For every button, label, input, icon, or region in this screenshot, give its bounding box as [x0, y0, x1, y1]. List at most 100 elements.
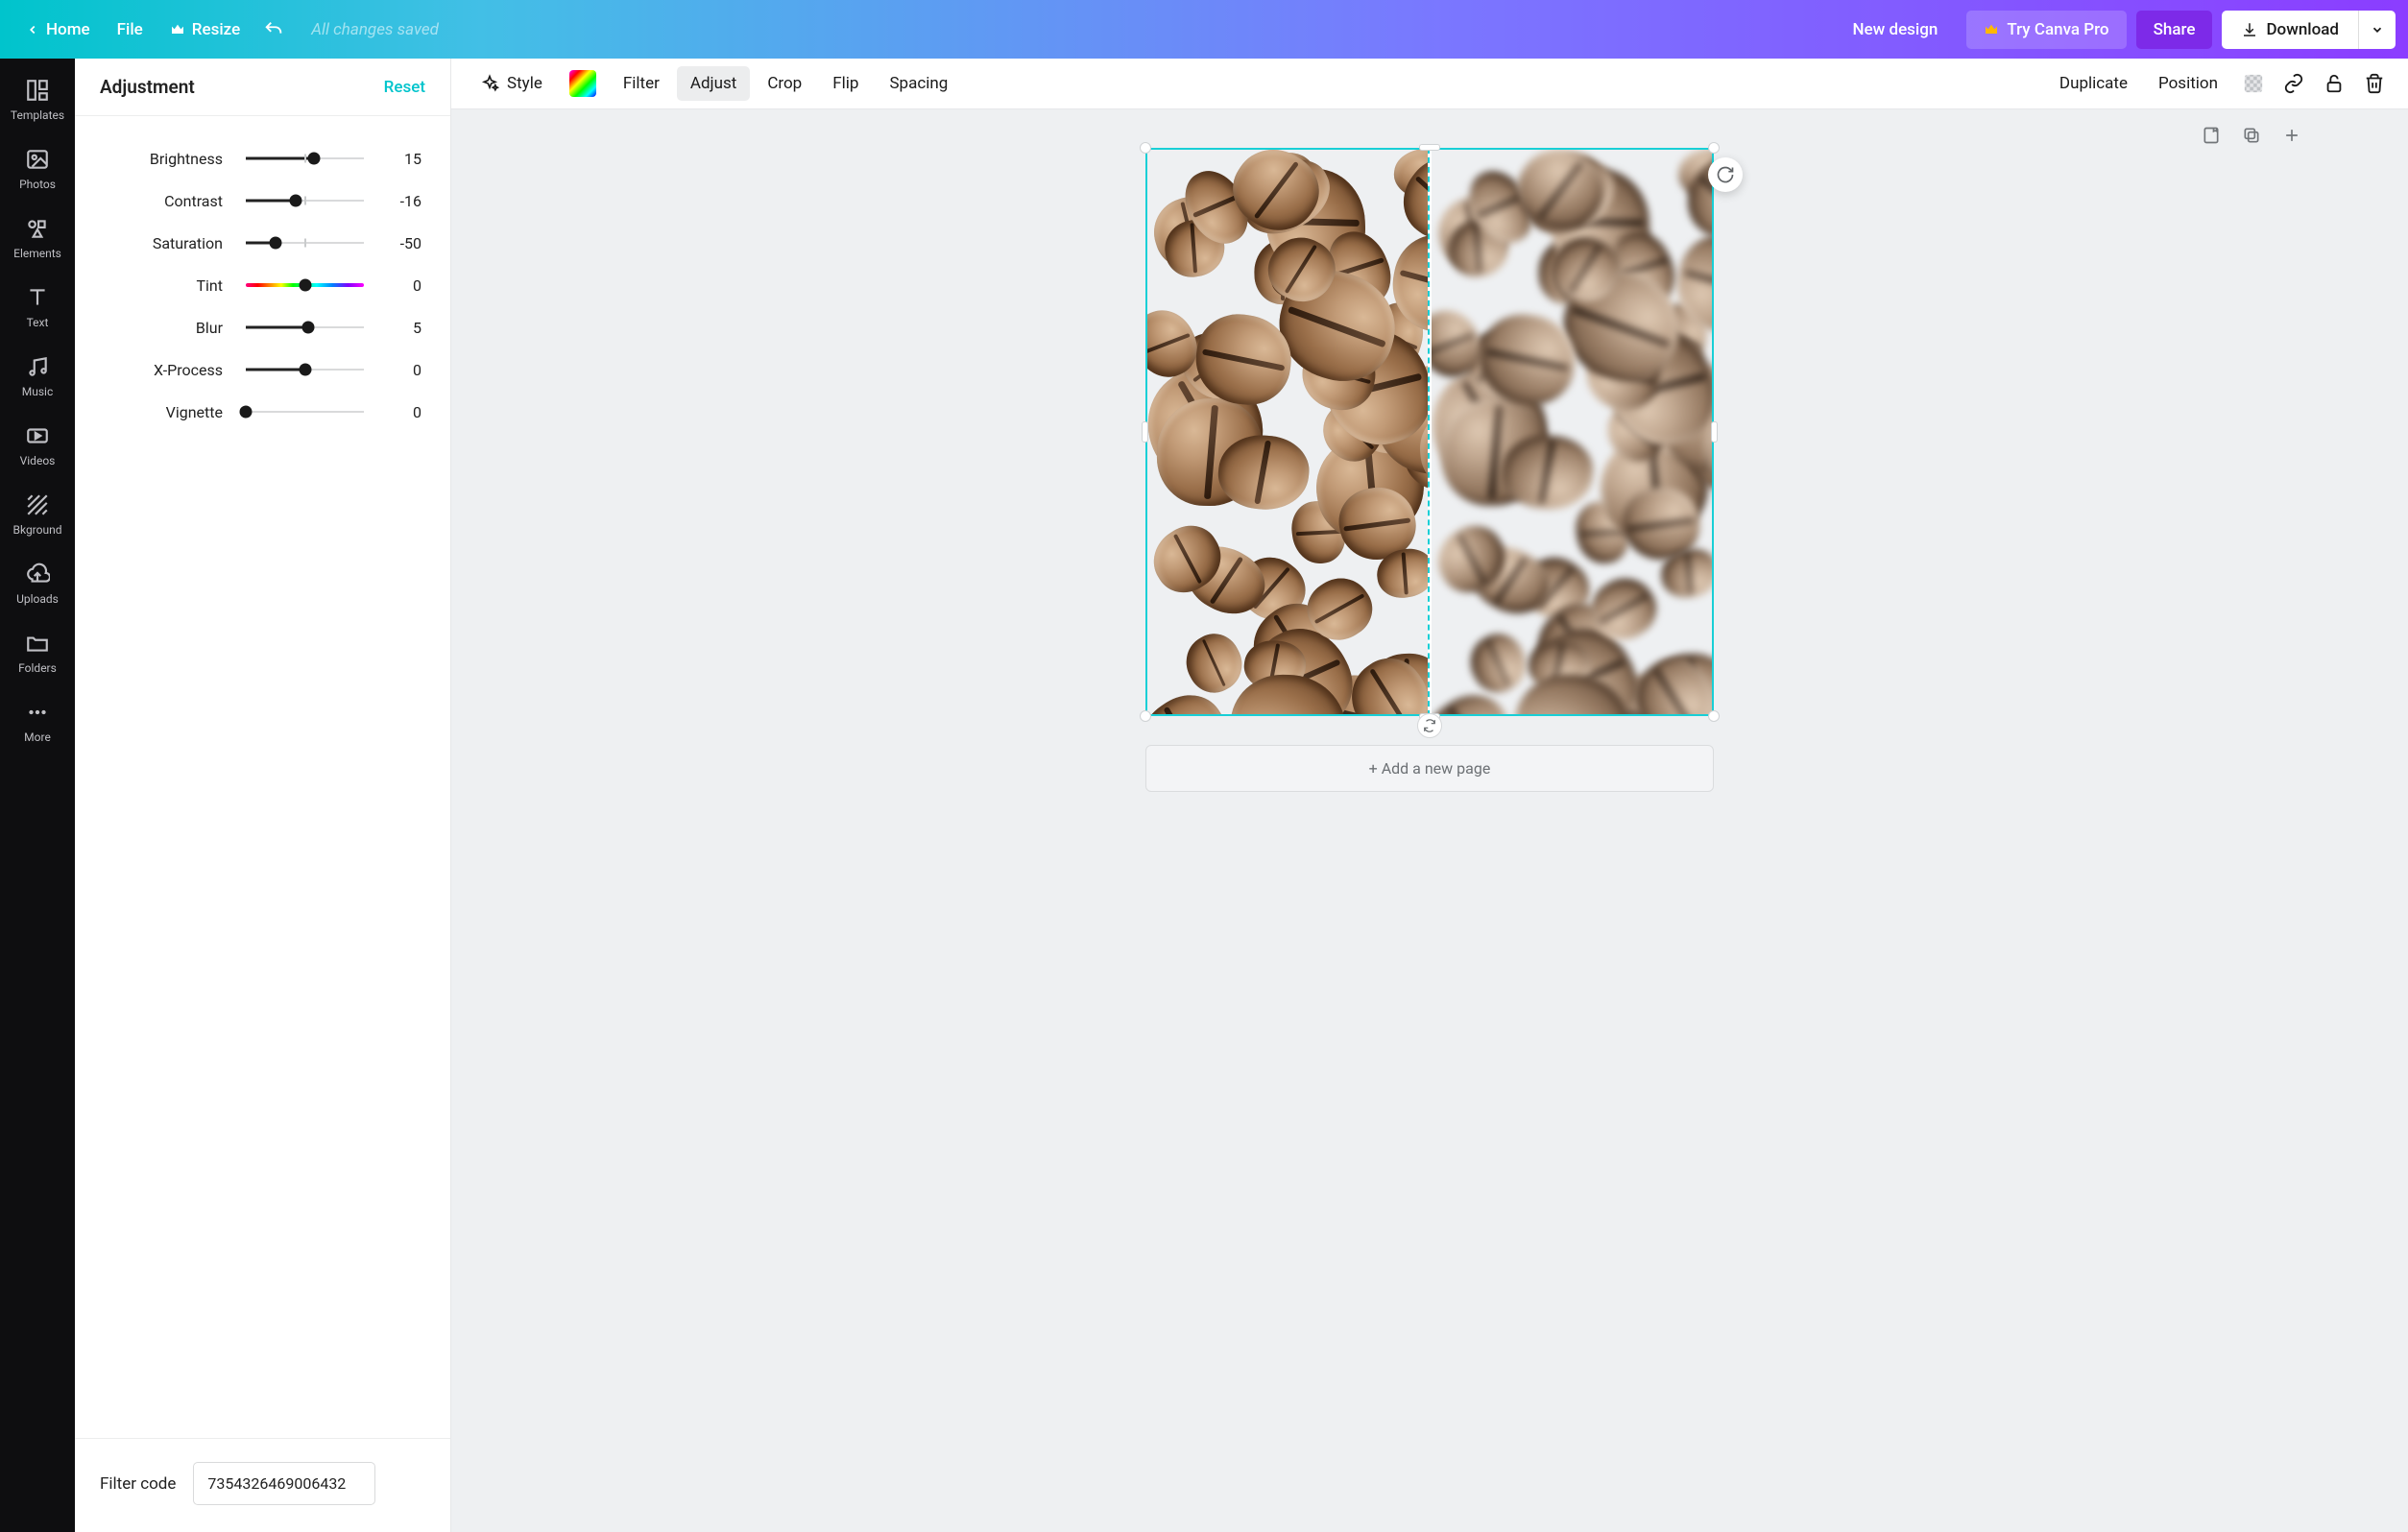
- adjust-value: 0: [381, 361, 425, 379]
- adjust-value: 5: [381, 319, 425, 337]
- try-pro-button[interactable]: Try Canva Pro: [1966, 11, 2126, 49]
- sidebar-item-elements[interactable]: Elements: [0, 203, 75, 272]
- context-toolbar: Style Filter Adjust Crop Flip Spacing Du…: [451, 59, 2408, 109]
- adjust-button[interactable]: Adjust: [677, 66, 750, 101]
- page-duplicate-button[interactable]: [2237, 121, 2266, 150]
- resize-handle-right[interactable]: [1711, 421, 1718, 443]
- add-page-button[interactable]: + Add a new page: [1145, 745, 1714, 792]
- image-left-half: [1145, 148, 1430, 716]
- adjust-label: Saturation: [75, 234, 229, 252]
- sidebar-item-music[interactable]: Music: [0, 341, 75, 410]
- crop-button[interactable]: Crop: [754, 66, 815, 101]
- home-label: Home: [46, 20, 90, 39]
- undo-button[interactable]: [253, 12, 294, 48]
- adjust-slider[interactable]: [246, 282, 364, 288]
- resize-button[interactable]: Resize: [157, 12, 253, 47]
- adjust-value: 0: [381, 403, 425, 421]
- resize-handle-bl[interactable]: [1140, 710, 1151, 722]
- adjust-label: Contrast: [75, 192, 229, 210]
- text-icon: [25, 285, 50, 310]
- home-button[interactable]: Home: [12, 12, 104, 47]
- adjust-value: -50: [381, 234, 425, 252]
- adjust-slider[interactable]: [246, 156, 364, 161]
- page-add-button[interactable]: [2277, 121, 2306, 150]
- crown-icon: [1984, 22, 1999, 37]
- sidebar-item-templates[interactable]: Templates: [0, 64, 75, 133]
- slider-knob[interactable]: [307, 153, 320, 165]
- videos-icon: [25, 423, 50, 448]
- transparency-icon: [2243, 73, 2264, 94]
- adjust-label: Brightness: [75, 150, 229, 168]
- sidebar-item-videos[interactable]: Videos: [0, 410, 75, 479]
- image-right-half: [1430, 148, 1714, 716]
- uploads-icon: [25, 562, 50, 586]
- new-design-button[interactable]: New design: [1835, 11, 1955, 49]
- position-button[interactable]: Position: [2145, 66, 2231, 101]
- download-icon: [2241, 21, 2258, 38]
- photos-icon: [25, 147, 50, 172]
- adjust-slider[interactable]: [246, 240, 364, 246]
- adjust-row-x-process: X-Process0: [75, 348, 425, 391]
- chevron-down-icon: [2371, 23, 2384, 36]
- adjust-slider[interactable]: [246, 198, 364, 203]
- top-app-bar: Home File Resize All changes saved New d…: [0, 0, 2408, 59]
- page-notes-button[interactable]: [2197, 121, 2226, 150]
- adjust-row-tint: Tint 0: [75, 264, 425, 306]
- slider-knob[interactable]: [269, 237, 281, 250]
- sidebar-item-photos[interactable]: Photos: [0, 133, 75, 203]
- sidebar-item-background[interactable]: Bkground: [0, 479, 75, 548]
- adjust-label: Tint: [75, 276, 229, 295]
- adjust-slider[interactable]: [246, 409, 364, 415]
- resize-handle-br[interactable]: [1708, 710, 1720, 722]
- slider-knob[interactable]: [240, 406, 253, 419]
- lock-button[interactable]: [2316, 65, 2352, 102]
- rotate-icon: [1716, 165, 1735, 184]
- elements-icon: [25, 216, 50, 241]
- sidebar-item-text[interactable]: Text: [0, 272, 75, 341]
- folders-icon: [25, 631, 50, 656]
- resize-handle-top[interactable]: [1419, 144, 1440, 151]
- adjust-row-blur: Blur 5: [75, 306, 425, 348]
- adjust-value: -16: [381, 192, 425, 210]
- sync-badge[interactable]: [1417, 713, 1442, 738]
- editor-area: Style Filter Adjust Crop Flip Spacing Du…: [451, 59, 2408, 1532]
- adjust-row-saturation: Saturation -50: [75, 222, 425, 264]
- adjust-label: Blur: [75, 319, 229, 337]
- slider-knob[interactable]: [301, 322, 314, 334]
- reset-button[interactable]: Reset: [384, 78, 425, 97]
- filter-button[interactable]: Filter: [610, 66, 673, 101]
- adjust-value: 15: [381, 150, 425, 168]
- split-divider[interactable]: [1428, 148, 1432, 716]
- music-icon: [25, 354, 50, 379]
- file-menu-button[interactable]: File: [104, 12, 157, 47]
- crown-icon: [170, 22, 185, 37]
- share-button[interactable]: Share: [2136, 11, 2213, 49]
- flip-button[interactable]: Flip: [819, 66, 872, 101]
- sidebar-item-folders[interactable]: Folders: [0, 617, 75, 686]
- sparkle-icon: [480, 74, 499, 93]
- sidebar-item-more[interactable]: More: [0, 686, 75, 755]
- resize-handle-left[interactable]: [1142, 421, 1148, 443]
- spacing-button[interactable]: Spacing: [876, 66, 961, 101]
- resize-handle-tl[interactable]: [1140, 142, 1151, 154]
- more-icon: [25, 700, 50, 725]
- style-button[interactable]: Style: [467, 66, 556, 101]
- adjust-value: 0: [381, 276, 425, 295]
- duplicate-button[interactable]: Duplicate: [2046, 66, 2141, 101]
- adjust-slider[interactable]: [246, 367, 364, 372]
- color-picker-swatch[interactable]: [569, 70, 596, 97]
- slider-knob[interactable]: [299, 279, 311, 292]
- slider-knob[interactable]: [289, 195, 301, 207]
- resize-handle-tr[interactable]: [1708, 142, 1720, 154]
- delete-button[interactable]: [2356, 65, 2393, 102]
- sidebar-item-uploads[interactable]: Uploads: [0, 548, 75, 617]
- adjust-slider[interactable]: [246, 324, 364, 330]
- canvas-page[interactable]: [1145, 148, 1714, 716]
- slider-knob[interactable]: [299, 364, 311, 376]
- rotate-button[interactable]: [1708, 157, 1743, 192]
- download-dropdown-button[interactable]: [2358, 11, 2396, 49]
- filter-code-input[interactable]: [193, 1462, 375, 1505]
- download-button[interactable]: Download: [2222, 11, 2358, 49]
- link-button[interactable]: [2276, 65, 2312, 102]
- transparency-button[interactable]: [2235, 65, 2272, 102]
